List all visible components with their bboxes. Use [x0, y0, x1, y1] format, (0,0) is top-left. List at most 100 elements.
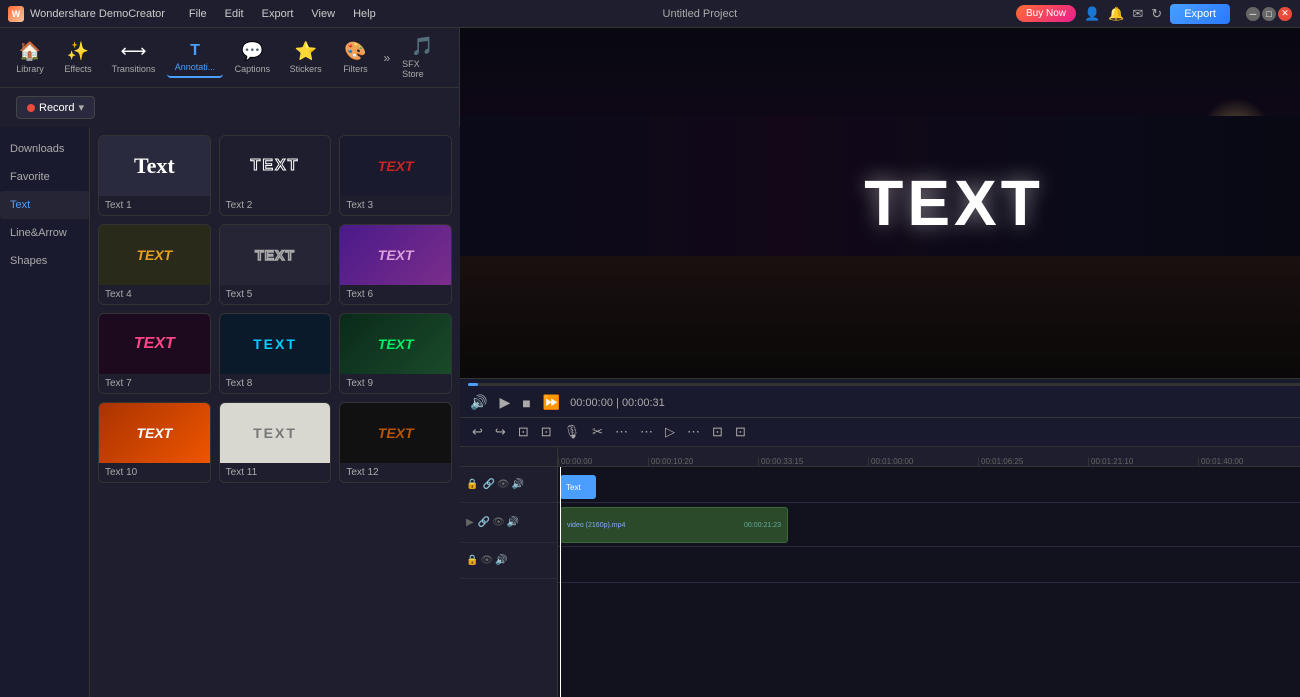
refresh-icon[interactable]: ↻ [1151, 6, 1162, 22]
track1-eye-button[interactable]: 👁 [497, 479, 510, 490]
menu-edit[interactable]: Edit [217, 6, 252, 22]
window-controls: ─ □ ✕ [1246, 7, 1292, 21]
toolbar-transitions[interactable]: ⟷ Transitions [104, 37, 163, 78]
buy-now-button[interactable]: Buy Now [1016, 5, 1076, 22]
text-card-8[interactable]: TEXT Text 8 [219, 313, 332, 394]
record-button[interactable]: Record ▾ [16, 96, 95, 119]
message-icon[interactable]: ✉ [1132, 6, 1143, 22]
text-card-7[interactable]: TEXT Text 7 [98, 313, 211, 394]
controls-left: 🔊 ▶ ■ ⏩ 00:00:00 | 00:00:31 [468, 392, 665, 413]
account-icon[interactable]: 👤 [1084, 6, 1100, 22]
toolbar-sfxstore[interactable]: 🎵 SFX Store [394, 32, 451, 83]
track1-lock-button[interactable]: 🔒 [466, 479, 478, 490]
menu-view[interactable]: View [303, 6, 343, 22]
controls-row: 🔊 ▶ ■ ⏩ 00:00:00 | 00:00:31 ⛶ [468, 392, 1300, 413]
track-row-3 [558, 547, 1300, 583]
track2-vol-button[interactable]: 🔊 [507, 517, 519, 528]
title-bar-left: W Wondershare DemoCreator File Edit Expo… [8, 6, 384, 22]
redo-button[interactable]: ↪ [491, 422, 510, 442]
progress-bar[interactable] [468, 383, 1300, 386]
toolbar-filters[interactable]: 🎨 Filters [333, 37, 377, 78]
text-card-4[interactable]: TEXT Text 4 [98, 224, 211, 305]
tl-more1-button[interactable]: ⋯ [611, 422, 632, 442]
text-card-1[interactable]: Text Text 1 [98, 135, 211, 216]
ruler-mark-1: 00:00:10:20 [648, 457, 758, 466]
text-card-12[interactable]: TEXT Text 12 [339, 402, 452, 483]
cat-text[interactable]: Text [0, 191, 89, 219]
tl-split-button[interactable]: ⊡ [514, 422, 533, 442]
video-clip-content: video (2160p).mp4 00:00:21:23 [565, 522, 783, 529]
text-label-2: Text 2 [220, 196, 331, 215]
left-panel: 🏠 Library ✨ Effects ⟷ Transitions T Anno… [0, 28, 460, 697]
ruler-mark-0: 00:00:00 [558, 457, 648, 466]
tl-play2-button[interactable]: ▷ [661, 422, 679, 442]
video-clip-header: video (2160p).mp4 00:00:21:23 [565, 522, 783, 529]
menu-help[interactable]: Help [345, 6, 384, 22]
export-button[interactable]: Export [1170, 4, 1230, 24]
text-card-6[interactable]: TEXT Text 6 [339, 224, 452, 305]
maximize-button[interactable]: □ [1262, 7, 1276, 21]
stop-button[interactable]: ■ [520, 393, 532, 413]
track3-lock-button[interactable]: 🔒 [466, 555, 478, 566]
video-clip[interactable]: video (2160p).mp4 00:00:21:23 [560, 507, 788, 543]
text-card-2[interactable]: TEXT Text 2 [219, 135, 332, 216]
toolbar-stickers[interactable]: ⭐ Stickers [282, 37, 330, 78]
text-card-10[interactable]: TEXT Text 10 [98, 402, 211, 483]
video-controls: 🔊 ▶ ■ ⏩ 00:00:00 | 00:00:31 ⛶ [460, 378, 1300, 417]
text-card-11[interactable]: TEXT Text 11 [219, 402, 332, 483]
text-card-5[interactable]: TEXT Text 5 [219, 224, 332, 305]
ruler-mark-6: 00:01:40:00 [1198, 457, 1300, 466]
track3-eye-button[interactable]: 👁 [480, 555, 493, 566]
track2-link-button[interactable]: 🔗 [478, 517, 490, 528]
record-dropdown-icon: ▾ [78, 101, 84, 114]
track1-link-button[interactable]: 🔗 [482, 479, 494, 490]
toolbar-expand-icon[interactable]: » [383, 51, 390, 65]
cat-downloads[interactable]: Downloads [0, 135, 89, 163]
tl-marker-button[interactable]: ⊡ [731, 422, 750, 442]
text-grid-panel: Text Text 1 TEXT Text 2 TEXT Text 3 TEXT… [90, 127, 460, 697]
text-label-5: Text 5 [220, 285, 331, 304]
text-card-3[interactable]: TEXT Text 3 [339, 135, 452, 216]
tl-trim-button[interactable]: ⊡ [537, 422, 556, 442]
mute-button[interactable]: 🔊 [468, 392, 489, 413]
tl-cut-button[interactable]: ✂ [588, 422, 607, 442]
tl-snap-button[interactable]: ⊡ [708, 422, 727, 442]
cat-linearrow[interactable]: Line&Arrow [0, 219, 89, 247]
timeline-ruler: 00:00:00 00:00:10:20 00:00:33:15 00:01:0… [460, 447, 1300, 467]
bell-icon[interactable]: 🔔 [1108, 6, 1124, 22]
menu-file[interactable]: File [181, 6, 215, 22]
track2-eye-button[interactable]: 👁 [492, 517, 505, 528]
cat-shapes[interactable]: Shapes [0, 247, 89, 275]
toolbar-library[interactable]: 🏠 Library [8, 37, 52, 78]
timeline-toolbar: ↩ ↪ ⊡ ⊡ 🎙 ✂ ⋯ ⋯ ▷ ⋯ ⊡ ⊡ 🖼 ⊞ [460, 418, 1300, 447]
tl-more3-button[interactable]: ⋯ [683, 422, 704, 442]
text-label-4: Text 4 [99, 285, 210, 304]
next-frame-button[interactable]: ⏩ [541, 392, 562, 413]
menu-export[interactable]: Export [254, 6, 302, 22]
track1-vol-button[interactable]: 🔊 [512, 479, 524, 490]
text-label-12: Text 12 [340, 463, 451, 482]
filters-icon: 🎨 [344, 41, 366, 62]
toolbar-captions[interactable]: 💬 Captions [227, 37, 278, 78]
right-side: TEXT 🔊 ▶ ■ ⏩ 00:00:00 [460, 28, 1300, 697]
track2-icons: 🔗 👁 🔊 [478, 517, 520, 528]
track-row-1: Text [558, 467, 1300, 503]
minimize-button[interactable]: ─ [1246, 7, 1260, 21]
tl-more2-button[interactable]: ⋯ [636, 422, 657, 442]
track-labels: 🔒 🔗 👁 🔊 ▶ 🔗 👁 🔊 [460, 467, 558, 697]
street [460, 256, 1300, 379]
stickers-label: Stickers [290, 64, 322, 74]
undo-button[interactable]: ↩ [468, 422, 487, 442]
ruler-marks: 00:00:00 00:00:10:20 00:00:33:15 00:01:0… [558, 447, 1300, 467]
toolbar-effects[interactable]: ✨ Effects [56, 37, 100, 78]
cat-favorite[interactable]: Favorite [0, 163, 89, 191]
close-button[interactable]: ✕ [1278, 7, 1292, 21]
tl-record-button[interactable]: 🎙 [560, 422, 585, 442]
text-label-7: Text 7 [99, 374, 210, 393]
toolbar-annotations[interactable]: T Annotati... [167, 38, 223, 78]
text-card-9[interactable]: TEXT Text 9 [339, 313, 452, 394]
text-clip[interactable]: Text [560, 475, 596, 499]
track3-vol-button[interactable]: 🔊 [495, 555, 507, 566]
track3-icons: 🔒 👁 🔊 [466, 555, 508, 566]
play-button[interactable]: ▶ [497, 392, 512, 413]
